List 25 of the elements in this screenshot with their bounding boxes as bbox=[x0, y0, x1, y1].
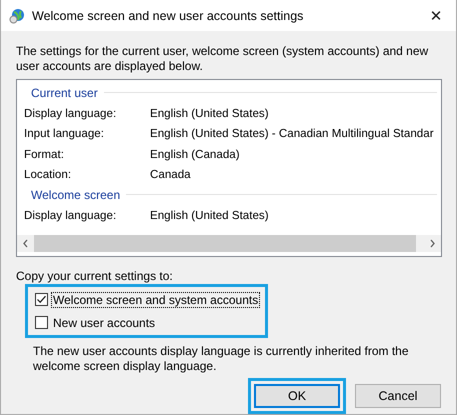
setting-value: Canada bbox=[150, 168, 192, 182]
close-button[interactable]: ✕ bbox=[416, 0, 456, 31]
horizontal-scrollbar[interactable] bbox=[17, 235, 441, 252]
checkbox-label[interactable]: New user accounts bbox=[51, 314, 158, 330]
dialog-button[interactable]: Cancel bbox=[355, 384, 441, 408]
checkbox[interactable] bbox=[35, 293, 48, 306]
globe-icon bbox=[9, 8, 25, 24]
setting-value: English (United States) bbox=[150, 208, 270, 222]
copy-label: Copy your current settings to: bbox=[16, 269, 174, 283]
group-header: Welcome screen bbox=[31, 188, 120, 202]
window-title: Welcome screen and new user accounts settings bbox=[32, 8, 304, 22]
setting-label: Input language: bbox=[24, 127, 105, 140]
setting-label: Display language: bbox=[24, 106, 118, 120]
setting-label: Format: bbox=[24, 148, 65, 161]
setting-value: English (United States) bbox=[150, 106, 270, 120]
setting-value: English (Canada) bbox=[150, 148, 241, 161]
note-text: The new user accounts display language is currently inherited from the welcome screen display language. bbox=[33, 344, 410, 374]
setting-label: Location: bbox=[24, 168, 72, 182]
checkbox-label[interactable]: Welcome screen and system accounts bbox=[51, 292, 260, 308]
dialog-button[interactable]: OK bbox=[254, 384, 340, 408]
intro-text: The settings for the current user, welcome screen (system accounts) and new user accounts are displayed below. bbox=[16, 44, 430, 74]
setting-value: English (United States) - Canadian Multilingual Standar bbox=[150, 127, 435, 140]
setting-label: Display language: bbox=[24, 208, 118, 222]
checkbox[interactable] bbox=[35, 316, 48, 329]
group-header: Current user bbox=[31, 86, 98, 100]
